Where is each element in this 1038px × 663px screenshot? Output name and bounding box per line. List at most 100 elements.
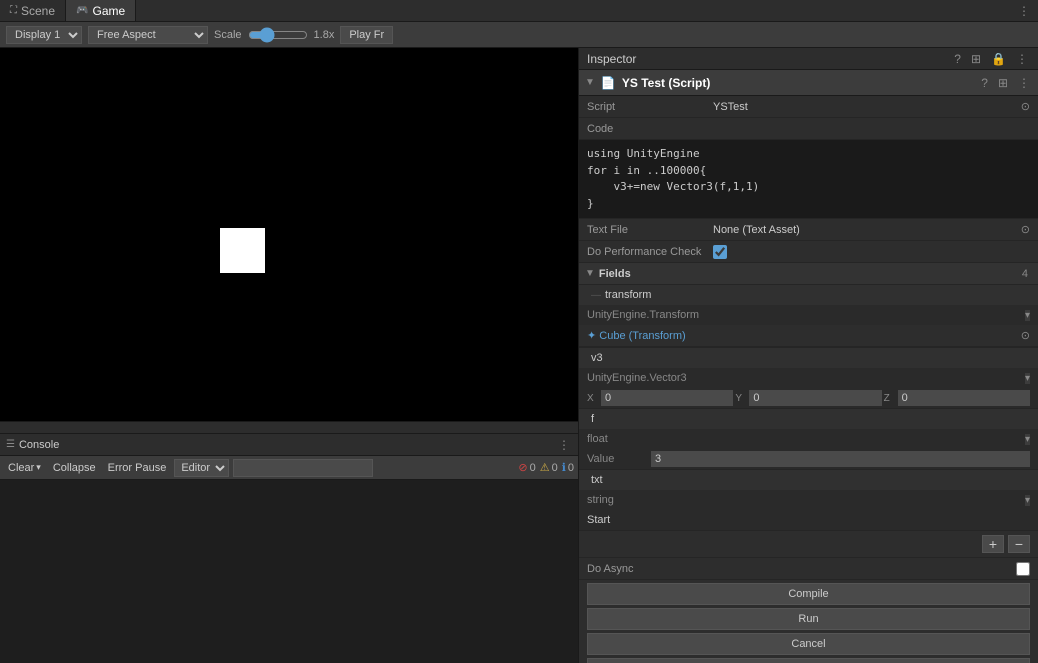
code-line-1: using UnityEngine [587, 146, 1030, 163]
perf-check-label: Do Performance Check [587, 246, 707, 258]
text-file-label: Text File [587, 224, 707, 236]
text-file-select-button[interactable]: ⊙ [1021, 223, 1030, 236]
console-icon: ☰ [6, 439, 15, 450]
transform-name: transform [605, 289, 651, 301]
transform-select-button[interactable]: ⊙ [1021, 329, 1030, 342]
white-square-object [220, 228, 265, 273]
game-icon: 🎮 [76, 5, 88, 16]
inspector-header-title: Inspector [587, 52, 946, 66]
error-badge: ⊘ 0 [518, 461, 535, 474]
console-toolbar: Clear ▾ Collapse Error Pause Editor ⊘ 0 [0, 456, 578, 480]
f-value-input[interactable] [651, 451, 1030, 467]
scale-value: 1.8x [314, 29, 335, 41]
v3-y-input[interactable] [749, 390, 881, 406]
inspector-lock-button[interactable]: 🔒 [989, 52, 1008, 66]
scene-icon: ⛶ [10, 5, 17, 16]
editor-select[interactable]: Editor [174, 459, 229, 477]
info-badge: ℹ 0 [562, 461, 574, 474]
compile-button[interactable]: Compile [587, 583, 1030, 605]
v3-field-group: v3 UnityEngine.Vector3 ▾ X Y Z [579, 348, 1038, 409]
f-value-row: Value [579, 449, 1038, 469]
v3-type: UnityEngine.Vector3 [587, 372, 1021, 384]
fields-header[interactable]: ▼ Fields 4 [579, 263, 1038, 285]
console-search-input[interactable] [233, 459, 373, 477]
console-body [0, 480, 578, 663]
f-name-row: f [579, 409, 1038, 429]
collapse-button[interactable]: Collapse [49, 460, 100, 476]
f-name: f [591, 413, 594, 425]
transform-dash: — [591, 290, 601, 301]
clear-button[interactable]: Clear ▾ [4, 460, 45, 476]
game-view [0, 48, 578, 421]
console-options-button[interactable]: ⋮ [556, 438, 572, 452]
component-menu-button[interactable]: ⋮ [1016, 76, 1032, 90]
cancel-button[interactable]: Cancel [587, 633, 1030, 655]
transform-name-row: — transform [579, 285, 1038, 305]
play-button[interactable]: Play Fr [340, 26, 393, 44]
error-pause-button[interactable]: Error Pause [104, 460, 171, 476]
component-settings-button[interactable]: ⊞ [996, 76, 1010, 90]
inspector-menu-button[interactable]: ⋮ [1014, 52, 1030, 66]
remove-field-button[interactable]: − [1008, 535, 1030, 553]
v3-xyz-row: X Y Z [579, 388, 1038, 408]
code-line-3: v3+=new Vector3(f,1,1) [587, 179, 1030, 196]
warning-badge: ⚠ 0 [540, 461, 558, 474]
stop-button[interactable]: Stop [587, 658, 1030, 663]
z-label: Z [884, 393, 896, 404]
component-title: YS Test (Script) [622, 76, 973, 90]
transform-value: ✦ Cube (Transform) [587, 329, 1015, 342]
v3-x-input[interactable] [601, 390, 733, 406]
component-header: ▼ 📄 YS Test (Script) ? ⊞ ⋮ [579, 70, 1038, 96]
v3-name: v3 [591, 352, 603, 364]
info-icon: ℹ [562, 461, 566, 474]
f-type: float [587, 433, 1021, 445]
txt-name: txt [591, 474, 603, 486]
console-badges: ⊘ 0 ⚠ 0 ℹ 0 [518, 461, 574, 474]
txt-type: string [587, 494, 1021, 506]
code-label-row: Code [579, 118, 1038, 140]
scale-slider[interactable] [248, 27, 308, 43]
inspector-layout-button[interactable]: ⊞ [969, 52, 983, 66]
v3-z-input[interactable] [898, 390, 1030, 406]
y-label: Y [735, 393, 747, 404]
txt-value: Start [587, 514, 1030, 526]
component-toggle[interactable]: ▼ [585, 77, 595, 88]
f-type-dropdown[interactable]: ▾ [1025, 434, 1030, 445]
v3-type-dropdown[interactable]: ▾ [1025, 373, 1030, 384]
add-remove-row: + − [579, 531, 1038, 558]
add-field-button[interactable]: + [982, 535, 1004, 553]
do-async-row: Do Async [579, 558, 1038, 580]
run-button[interactable]: Run [587, 608, 1030, 630]
code-label: Code [587, 123, 707, 135]
script-select-button[interactable]: ⊙ [1021, 100, 1030, 113]
x-label: X [587, 393, 599, 404]
f-type-row: float ▾ [579, 429, 1038, 449]
script-label: Script [587, 101, 707, 113]
inspector-panel: Inspector ? ⊞ 🔒 ⋮ ▼ 📄 YS Test (Script) ?… [578, 48, 1038, 663]
scene-tab[interactable]: ⛶ Scene [0, 0, 66, 21]
txt-type-dropdown[interactable]: ▾ [1025, 495, 1030, 506]
tab-menu-button[interactable]: ⋮ [1016, 4, 1032, 18]
transform-type: UnityEngine.Transform [587, 309, 1021, 321]
aspect-select[interactable]: Free Aspect [88, 26, 208, 44]
transform-type-dropdown[interactable]: ▾ [1025, 310, 1030, 321]
txt-field-group: txt string ▾ Start [579, 470, 1038, 531]
game-view-select[interactable]: Display 1 [6, 26, 82, 44]
txt-type-row: string ▾ [579, 490, 1038, 510]
console-title: Console [19, 439, 59, 451]
text-file-row: Text File None (Text Asset) ⊙ [579, 219, 1038, 241]
script-icon: 📄 [601, 76, 616, 90]
do-async-checkbox[interactable] [1016, 562, 1030, 576]
component-help-button[interactable]: ? [979, 76, 990, 90]
game-tab[interactable]: 🎮 Game [66, 0, 136, 21]
horizontal-scrollbar[interactable] [0, 421, 578, 433]
perf-check-checkbox[interactable] [713, 245, 727, 259]
f-value-label: Value [587, 453, 647, 465]
inspector-help-button[interactable]: ? [952, 52, 963, 66]
game-canvas [0, 48, 578, 421]
clear-dropdown-icon: ▾ [36, 462, 41, 473]
error-icon: ⊘ [518, 461, 527, 474]
script-row: Script YSTest ⊙ [579, 96, 1038, 118]
code-line-2: for i in ..100000{ [587, 163, 1030, 180]
code-block[interactable]: using UnityEngine for i in ..100000{ v3+… [579, 140, 1038, 219]
